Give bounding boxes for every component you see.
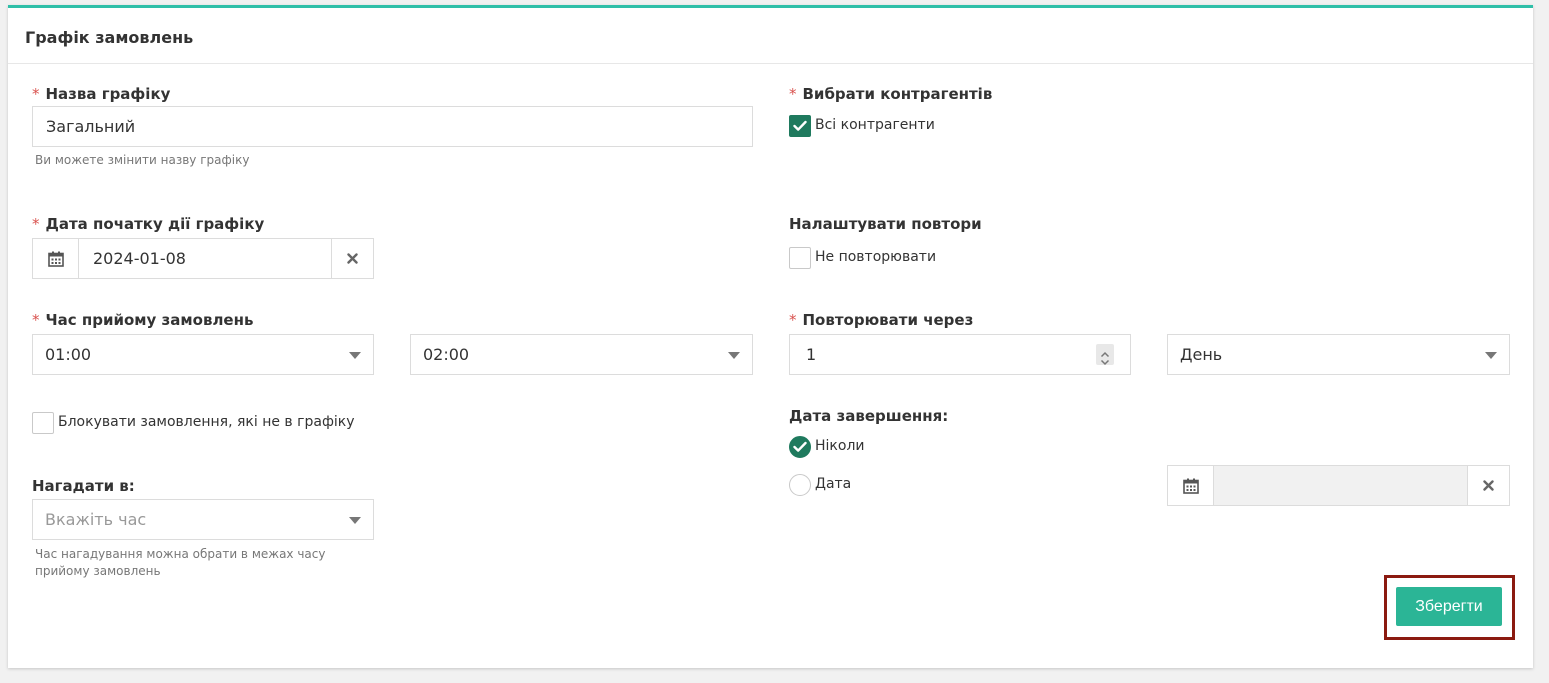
required-asterisk: *: [789, 311, 797, 329]
required-asterisk: *: [32, 215, 40, 233]
repeat-every-label: * Повторювати через: [789, 311, 974, 329]
checkmark-icon: [793, 120, 807, 131]
all-contractors-checkbox[interactable]: [789, 115, 811, 137]
remind-time-select[interactable]: Вкажіть час: [32, 499, 374, 540]
remind-help-text: Час нагадування можна обрати в межах час…: [35, 547, 326, 578]
required-asterisk: *: [789, 85, 797, 103]
calendar-icon[interactable]: [1168, 466, 1214, 505]
end-date-label: Дата завершення:: [789, 407, 949, 425]
chevron-down-icon: [349, 517, 361, 524]
no-repeat-checkbox[interactable]: [789, 247, 811, 269]
repeat-every-number-input[interactable]: 1: [789, 334, 1131, 375]
required-asterisk: *: [32, 85, 40, 103]
repeats-label: Налаштувати повтори: [789, 215, 982, 233]
chevron-down-icon: [349, 352, 361, 359]
chevron-down-icon: [728, 352, 740, 359]
repeat-unit-select[interactable]: День: [1167, 334, 1510, 375]
start-date-label: * Дата початку дії графіку: [32, 215, 265, 233]
panel-title: Графік замовлень: [8, 8, 1533, 64]
order-time-to-select[interactable]: 02:00: [410, 334, 753, 375]
no-repeat-label[interactable]: Не повторювати: [815, 249, 936, 265]
block-orders-checkbox[interactable]: [32, 412, 54, 434]
end-date-input[interactable]: [1214, 466, 1467, 505]
end-date-radio[interactable]: [789, 474, 811, 496]
schedule-name-input[interactable]: Загальний: [32, 106, 753, 147]
required-asterisk: *: [32, 311, 40, 329]
end-date-picker: [1167, 465, 1510, 506]
name-help-text: Ви можете змінити назву графіку: [35, 153, 250, 167]
clear-date-icon[interactable]: [1467, 466, 1509, 505]
all-contractors-label[interactable]: Всі контрагенти: [815, 117, 935, 133]
contractors-label: * Вибрати контрагентів: [789, 85, 993, 103]
remind-label: Нагадати в:: [32, 477, 135, 495]
order-time-label: * Час прийому замовлень: [32, 311, 254, 329]
end-never-label[interactable]: Ніколи: [815, 438, 865, 454]
name-label: * Назва графіку: [32, 85, 171, 103]
save-button[interactable]: Зберегти: [1396, 587, 1502, 626]
number-spinner-icon[interactable]: [1096, 344, 1114, 366]
start-date-picker: 2024-01-08: [32, 238, 374, 279]
start-date-input[interactable]: 2024-01-08: [79, 239, 331, 278]
calendar-icon[interactable]: [33, 239, 79, 278]
chevron-down-icon: [1485, 352, 1497, 359]
end-date-option-label[interactable]: Дата: [815, 476, 851, 492]
clear-date-icon[interactable]: [331, 239, 373, 278]
end-never-radio[interactable]: [789, 436, 811, 458]
checkmark-icon: [793, 441, 807, 452]
block-orders-label[interactable]: Блокувати замовлення, які не в графіку: [58, 414, 355, 430]
order-time-from-select[interactable]: 01:00: [32, 334, 374, 375]
